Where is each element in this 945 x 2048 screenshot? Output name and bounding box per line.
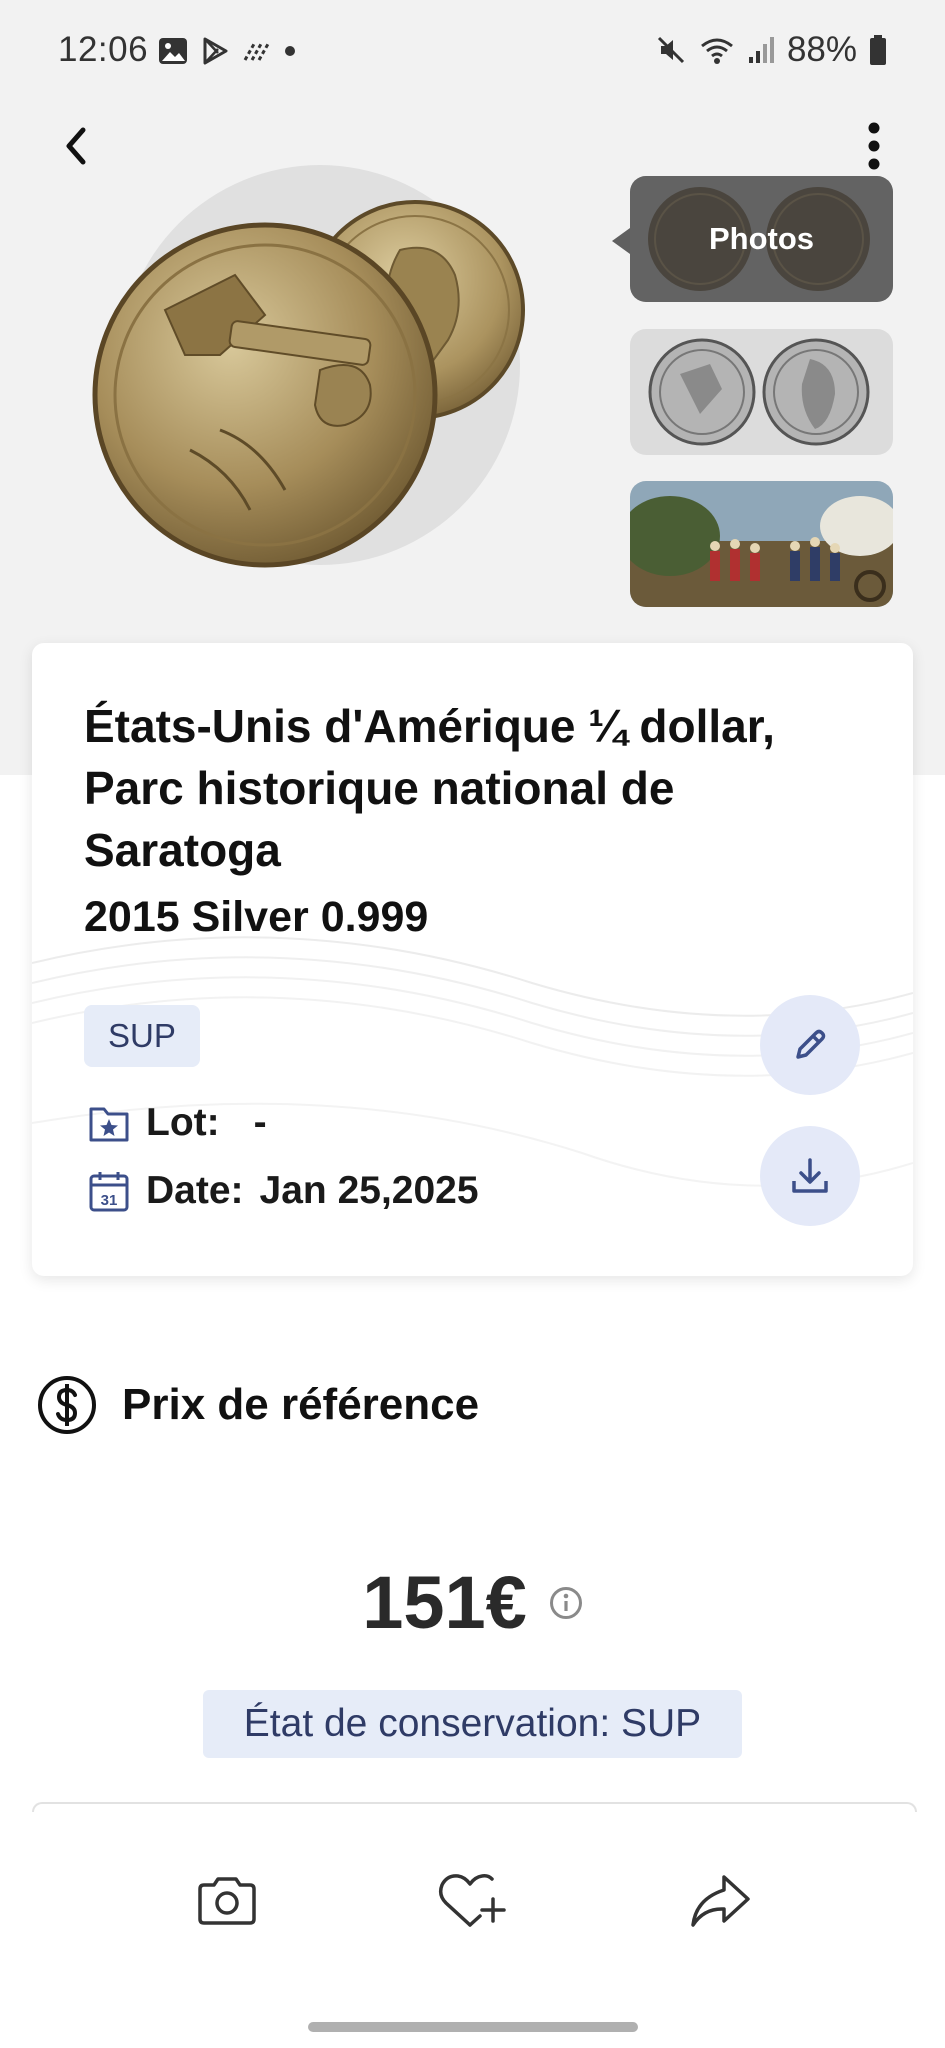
condition-badge: État de conservation: SUP: [203, 1690, 742, 1758]
home-indicator: [308, 2022, 638, 2032]
mute-icon: [657, 36, 684, 64]
gallery-icon: [159, 38, 187, 64]
signal-icon: [748, 37, 774, 63]
status-bar: 12:06 88%: [0, 0, 945, 100]
coin-subtitle: 2015 Silver 0.999: [84, 893, 429, 941]
coin-title: États-Unis d'Amérique ¼ dollar, Parc his…: [84, 700, 775, 876]
info-icon[interactable]: [549, 1586, 583, 1620]
battery-icon: [870, 35, 886, 65]
activity-icon: [243, 43, 270, 61]
dollar-circle-icon: [38, 1376, 96, 1434]
wifi-icon: [701, 38, 733, 64]
download-button[interactable]: [760, 1126, 860, 1226]
price-section-header: Prix de référence: [36, 1374, 479, 1436]
pencil-icon: [796, 1029, 826, 1059]
reference-coins-preview: [648, 338, 870, 446]
folder-star-icon: [89, 1107, 129, 1142]
camera-icon: [198, 1877, 256, 1925]
more-vertical-icon: [868, 122, 880, 170]
coin-details-card: États-Unis d'Amérique ¼ dollar, Parc his…: [32, 643, 913, 1276]
add-favorite-button[interactable]: [432, 1868, 512, 1934]
lot-row: Lot: -: [88, 1101, 267, 1145]
svg-text:31: 31: [101, 1192, 118, 1209]
battery-percent: 88%: [786, 30, 857, 69]
calendar-icon: 31: [89, 1172, 129, 1212]
camera-button[interactable]: [187, 1868, 267, 1934]
date-value: Jan 25,2025: [259, 1169, 479, 1212]
thumbnail-painting[interactable]: [630, 481, 893, 607]
chevron-left-icon: [66, 127, 86, 165]
share-arrow-icon: [691, 1875, 750, 1927]
download-icon: [792, 1158, 828, 1193]
saratoga-painting-preview: [630, 481, 893, 607]
thumbnail-photos[interactable]: Photos: [630, 176, 893, 302]
back-button[interactable]: [48, 118, 104, 174]
thumbnail-reference-coins[interactable]: [630, 329, 893, 455]
price-value: 151€: [362, 1561, 527, 1644]
more-options-button[interactable]: [848, 118, 900, 174]
share-button[interactable]: [680, 1868, 760, 1934]
lot-label: Lot:: [146, 1101, 220, 1144]
play-store-icon: [203, 37, 228, 65]
price-display: 151€: [0, 1560, 945, 1645]
system-icons: 88%: [655, 30, 887, 70]
grade-badge: SUP: [84, 1005, 200, 1067]
heart-plus-icon: [438, 1874, 506, 1927]
notification-icons: [158, 33, 296, 69]
date-label: Date:: [146, 1169, 244, 1212]
dot-icon: [285, 46, 295, 56]
lot-value: -: [253, 1101, 267, 1144]
date-row: 31 Date: Jan 25,2025: [88, 1169, 479, 1213]
tooltip-arrow: [612, 228, 630, 254]
coin-main-image[interactable]: [70, 180, 570, 600]
card-wave-pattern: [32, 936, 913, 1187]
photos-label: Photos: [708, 221, 815, 256]
price-section-title: Prix de référence: [122, 1380, 480, 1429]
status-time: 12:06: [58, 30, 149, 69]
edit-button[interactable]: [760, 995, 860, 1095]
